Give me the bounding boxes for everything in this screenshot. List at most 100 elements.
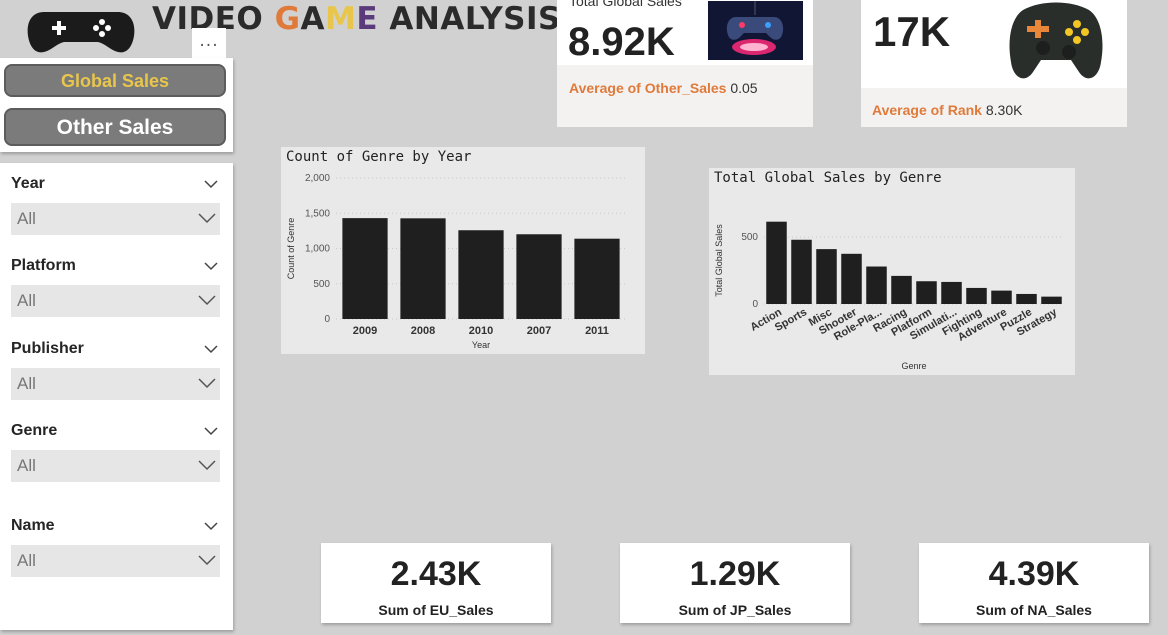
avg-other-sales: Average of Other_Sales 0.05 — [569, 80, 758, 96]
total-global-sales-card: Total Global Sales 8.92K Average of Othe… — [557, 0, 813, 127]
slicer-label: Year — [11, 175, 45, 192]
dropdown-value: All — [17, 551, 36, 570]
gamepad-logo-icon — [26, 8, 136, 54]
card-value: 1.29K — [689, 555, 781, 593]
bar — [516, 234, 562, 319]
x-tick-label: 2007 — [527, 325, 551, 337]
slicer-genre: Genre All — [11, 420, 220, 482]
slicer-label: Name — [11, 517, 55, 534]
y-tick-label: 2,000 — [305, 173, 330, 184]
y-axis-title: Total Global Sales — [714, 224, 724, 297]
slicer-publisher: Publisher All — [11, 338, 220, 400]
chevron-down-icon[interactable] — [204, 519, 218, 533]
slicer-name: Name All — [11, 515, 220, 577]
y-axis-title: Count of Genre — [286, 218, 296, 280]
bar — [1016, 293, 1037, 304]
x-tick-label: 2010 — [469, 325, 493, 337]
chart-global-sales-by-genre[interactable]: Total Global Sales by Genre 0 500 Action Sp… — [709, 168, 1075, 375]
more-options-button[interactable]: ... — [192, 28, 226, 58]
chevron-down-icon[interactable] — [204, 259, 218, 273]
navigation-panel: Global Sales Other Sales — [0, 58, 233, 152]
bar-chart-year: 0 500 1,000 1,500 2,000 2009 2008 2010 2007 2011 Y… — [286, 173, 626, 350]
gamepad-image — [1001, 0, 1111, 88]
dropdown-value: All — [17, 291, 36, 310]
bar — [916, 281, 937, 304]
card-label: Total Global Sales — [569, 0, 682, 9]
chevron-down-icon — [198, 460, 216, 471]
y-tick-label: 0 — [752, 299, 758, 310]
x-axis-title: Genre — [901, 361, 926, 371]
platform-dropdown[interactable]: All — [11, 285, 220, 317]
avg-value: 8.30K — [985, 102, 1023, 118]
card-body: 17K — [861, 0, 1127, 88]
bar — [891, 275, 912, 304]
card-value: 2.43K — [390, 555, 482, 593]
chevron-down-icon — [198, 213, 216, 224]
title-part: M — [325, 1, 357, 37]
bar — [791, 239, 812, 304]
bar — [574, 238, 620, 319]
filter-panel: Year All Platform All Publisher All Genr… — [0, 163, 233, 630]
card-value: 17K — [873, 8, 951, 55]
genre-dropdown[interactable]: All — [11, 450, 220, 482]
x-tick-label: 2009 — [353, 325, 377, 337]
avg-value: 0.05 — [730, 80, 758, 96]
slicer-platform: Platform All — [11, 255, 220, 317]
global-sales-button[interactable]: Global Sales — [4, 64, 226, 97]
publisher-dropdown[interactable]: All — [11, 368, 220, 400]
bar — [941, 281, 962, 304]
chart-count-genre-by-year[interactable]: Count of Genre by Year 0 500 1,000 1,500 2,0… — [281, 147, 645, 354]
y-tick-label: 1,500 — [305, 208, 330, 219]
bar-chart-genre: 0500ActionSportsMiscShooterRole-Pla...Ra… — [714, 221, 1064, 371]
bar — [841, 253, 862, 304]
chevron-down-icon — [198, 295, 216, 306]
bar — [1041, 296, 1062, 304]
title-part: A — [300, 1, 326, 37]
dropdown-value: All — [17, 374, 36, 393]
y-tick-label: 0 — [324, 314, 330, 325]
x-tick-label: 2008 — [411, 325, 435, 337]
title-part: G — [274, 1, 301, 37]
card-label: Sum of JP_Sales — [678, 602, 792, 618]
slicer-label: Genre — [11, 422, 58, 439]
bar — [766, 221, 787, 304]
card-label: Sum of EU_Sales — [378, 602, 494, 618]
dropdown-value: All — [17, 209, 36, 228]
chevron-down-icon[interactable] — [204, 424, 218, 438]
jp-sales-card: 1.29K Sum of JP_Sales — [620, 543, 850, 623]
card-label: Sum of NA_Sales — [976, 602, 1092, 618]
x-axis-title: Year — [472, 340, 490, 350]
card-body: Total Global Sales 8.92K — [557, 0, 813, 65]
slicer-label: Platform — [11, 257, 76, 274]
title-part: E — [356, 1, 379, 37]
bar — [991, 290, 1012, 304]
slicer-label: Publisher — [11, 340, 84, 357]
controller-image — [708, 1, 803, 60]
card-value: 4.39K — [988, 555, 1080, 593]
y-tick-label: 500 — [313, 279, 330, 290]
chevron-down-icon — [198, 555, 216, 566]
year-dropdown[interactable]: All — [11, 203, 220, 235]
bar — [400, 218, 446, 319]
avg-rank: Average of Rank 8.30K — [872, 102, 1022, 118]
name-dropdown[interactable]: All — [11, 545, 220, 577]
chevron-down-icon — [198, 378, 216, 389]
na-sales-card: 4.39K Sum of NA_Sales — [919, 543, 1149, 623]
chevron-down-icon[interactable] — [204, 177, 218, 191]
x-tick-label: 2011 — [585, 325, 609, 337]
bar — [458, 230, 504, 319]
y-tick-label: 1,000 — [305, 244, 330, 255]
card-value: 8.92K — [568, 20, 675, 64]
dropdown-value: All — [17, 456, 36, 475]
bar — [966, 287, 987, 304]
bar — [866, 266, 887, 304]
bar — [816, 249, 837, 304]
slicer-year: Year All — [11, 173, 220, 235]
rank-card: 17K Average of Rank 8.30K — [861, 0, 1127, 127]
y-tick-label: 500 — [741, 232, 758, 243]
chevron-down-icon[interactable] — [204, 342, 218, 356]
avg-label: Average of Other_Sales — [569, 80, 727, 96]
bar — [342, 218, 388, 319]
other-sales-button[interactable]: Other Sales — [4, 108, 226, 146]
eu-sales-card: 2.43K Sum of EU_Sales — [321, 543, 551, 623]
